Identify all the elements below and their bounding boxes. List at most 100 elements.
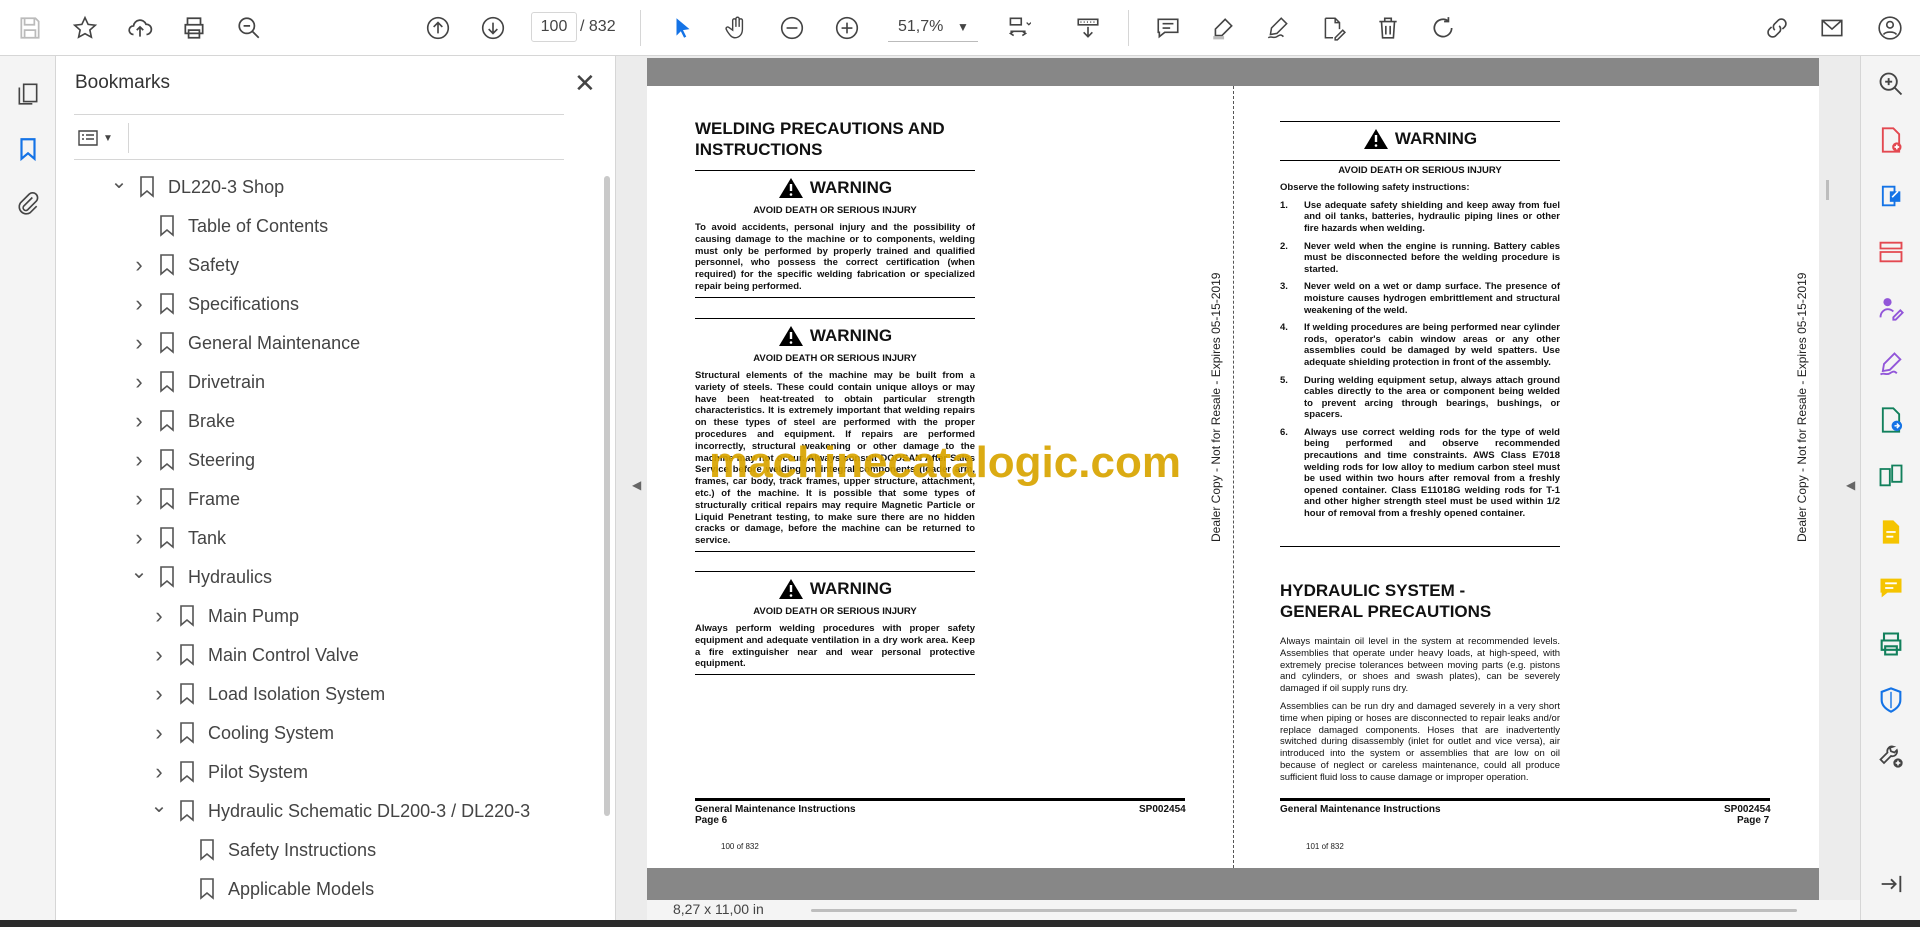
warning-box: WARNING xyxy=(1280,121,1560,154)
comment-tool-icon[interactable] xyxy=(1873,570,1909,606)
request-signature-icon[interactable] xyxy=(1873,290,1909,326)
collapse-left-panel-icon[interactable]: ◀ xyxy=(632,478,641,492)
delete-icon[interactable] xyxy=(1370,10,1406,46)
chevron-right-icon[interactable]: › xyxy=(128,525,150,551)
list-item-text: Never weld when the engine is running. B… xyxy=(1304,240,1560,275)
bookmark-item[interactable]: › Drivetrain xyxy=(128,365,265,399)
bookmark-item[interactable]: ⌄ Hydraulic Schematic DL200-3 / DL220-3 xyxy=(148,794,530,828)
fill-sign-tool-icon[interactable] xyxy=(1873,346,1909,382)
bookmarks-panel: Bookmarks ✕ ▼ ⌄ DL220-3 Shop Table of Cont… xyxy=(56,56,616,920)
chevron-right-icon[interactable]: › xyxy=(148,681,170,707)
page-of-label: 100 of 832 xyxy=(721,842,759,851)
bookmark-label: Applicable Models xyxy=(228,878,375,899)
chevron-right-icon[interactable]: › xyxy=(128,486,150,512)
close-icon[interactable]: ✕ xyxy=(574,68,596,99)
next-page-icon[interactable] xyxy=(475,10,511,46)
search-zoom-icon[interactable] xyxy=(1873,66,1909,102)
bookmark-item[interactable]: Table of Contents xyxy=(128,209,328,243)
bookmark-item[interactable]: › Main Control Valve xyxy=(148,638,358,672)
attachments-icon[interactable] xyxy=(10,186,46,222)
bookmarks-panel-icon[interactable] xyxy=(10,131,46,167)
scroll-mode-icon[interactable] xyxy=(1070,10,1106,46)
bookmark-item[interactable]: › Specifications xyxy=(128,287,299,321)
zoom-search-icon[interactable] xyxy=(231,10,267,46)
hand-icon[interactable] xyxy=(719,10,755,46)
bookmark-item[interactable]: › Steering xyxy=(128,443,255,477)
list-item: 1. Use adequate safety shielding and keep… xyxy=(1280,200,1560,235)
bookmark-label: Brake xyxy=(188,410,236,431)
account-icon[interactable] xyxy=(1872,10,1908,46)
bookmark-icon xyxy=(160,254,174,276)
document-vertical-scrollbar[interactable] xyxy=(1826,180,1829,200)
collapse-right-panel-icon[interactable]: ◀ xyxy=(1846,478,1855,492)
bookmark-label: Pilot System xyxy=(208,761,309,782)
page-number-input[interactable]: 100 xyxy=(531,12,577,42)
section-title: HYDRAULIC SYSTEM - xyxy=(1280,581,1466,600)
chevron-right-icon[interactable]: › xyxy=(128,291,150,317)
bookmark-item[interactable]: Safety Instructions xyxy=(168,833,376,867)
page-thumbnails-icon[interactable] xyxy=(10,76,46,112)
send-for-review-icon[interactable] xyxy=(1873,402,1909,438)
rotate-icon[interactable] xyxy=(1425,10,1461,46)
bookmark-options-icon[interactable]: ▼ xyxy=(76,125,118,151)
organize-pages-icon[interactable] xyxy=(1873,234,1909,270)
bookmark-item[interactable]: › Tank xyxy=(128,521,226,555)
bookmarks-scrollbar[interactable] xyxy=(604,176,610,816)
prev-page-icon[interactable] xyxy=(420,10,456,46)
star-icon[interactable] xyxy=(67,10,103,46)
print-production-icon[interactable] xyxy=(1873,626,1909,662)
print-icon[interactable] xyxy=(176,10,212,46)
chevron-right-icon[interactable]: › xyxy=(148,720,170,746)
fit-page-icon[interactable] xyxy=(1000,10,1036,46)
create-pdf-icon[interactable] xyxy=(1873,122,1909,158)
chevron-right-icon[interactable]: › xyxy=(148,759,170,785)
bookmark-icon xyxy=(180,800,194,822)
chevron-right-icon[interactable]: › xyxy=(148,642,170,668)
chevron-right-icon[interactable]: › xyxy=(128,252,150,278)
bookmark-item[interactable]: Applicable Models xyxy=(168,872,374,906)
zoom-out-icon[interactable] xyxy=(774,10,810,46)
bookmark-item[interactable]: › Cooling System xyxy=(148,716,334,750)
chevron-down-icon[interactable]: ▼ xyxy=(957,20,969,34)
save-icon[interactable] xyxy=(12,10,48,46)
bookmark-item[interactable]: ⌄ DL220-3 Shop xyxy=(108,170,284,204)
list-item-text: Use adequate safety shielding and keep a… xyxy=(1304,199,1560,234)
highlight-icon[interactable] xyxy=(1205,10,1241,46)
mail-icon[interactable] xyxy=(1814,10,1850,46)
horizontal-scrollbar[interactable] xyxy=(811,909,1797,912)
bookmark-item[interactable]: › Load Isolation System xyxy=(148,677,385,711)
chevron-down-icon[interactable]: ⌄ xyxy=(148,796,170,816)
edit-pdf-icon[interactable] xyxy=(1873,514,1909,550)
chevron-down-icon[interactable]: ⌄ xyxy=(108,172,130,192)
bookmark-item[interactable]: › Pilot System xyxy=(148,755,308,789)
chevron-right-icon[interactable]: › xyxy=(128,408,150,434)
list-item-number: 1. xyxy=(1280,199,1288,211)
bookmark-item[interactable]: › Brake xyxy=(128,404,235,438)
chevron-right-icon[interactable]: › xyxy=(128,369,150,395)
zoom-in-icon[interactable] xyxy=(829,10,865,46)
bookmark-label: Load Isolation System xyxy=(208,683,386,704)
comment-icon[interactable] xyxy=(1150,10,1186,46)
warning-content: AVOID DEATH OR SERIOUS INJURY Observe th… xyxy=(1280,160,1560,526)
more-tools-icon[interactable] xyxy=(1873,738,1909,774)
chevron-right-icon[interactable]: › xyxy=(128,330,150,356)
bookmark-item[interactable]: › Main Pump xyxy=(148,599,299,633)
bookmark-item[interactable]: › Frame xyxy=(128,482,240,516)
chevron-right-icon[interactable]: › xyxy=(128,447,150,473)
protect-icon[interactable] xyxy=(1873,682,1909,718)
chevron-right-icon[interactable]: › xyxy=(148,603,170,629)
select-arrow-icon[interactable] xyxy=(665,10,701,46)
compare-icon[interactable] xyxy=(1873,458,1909,494)
bookmark-item[interactable]: › General Maintenance xyxy=(128,326,360,360)
upload-icon[interactable] xyxy=(122,10,158,46)
warning-text: Always perform welding procedures with p… xyxy=(695,623,975,670)
chevron-down-icon[interactable]: ⌄ xyxy=(128,562,150,582)
expand-panel-icon[interactable] xyxy=(1873,866,1909,902)
fill-sign-icon[interactable] xyxy=(1315,10,1351,46)
bookmark-item[interactable]: ⌄ Hydraulics xyxy=(128,560,272,594)
sign-icon[interactable] xyxy=(1260,10,1296,46)
export-pdf-icon[interactable] xyxy=(1873,178,1909,214)
share-link-icon[interactable] xyxy=(1759,10,1795,46)
bookmark-item[interactable]: › Safety xyxy=(128,248,239,282)
side-watermark-text: Dealer Copy - Not for Resale - Expires 0… xyxy=(1209,272,1223,542)
